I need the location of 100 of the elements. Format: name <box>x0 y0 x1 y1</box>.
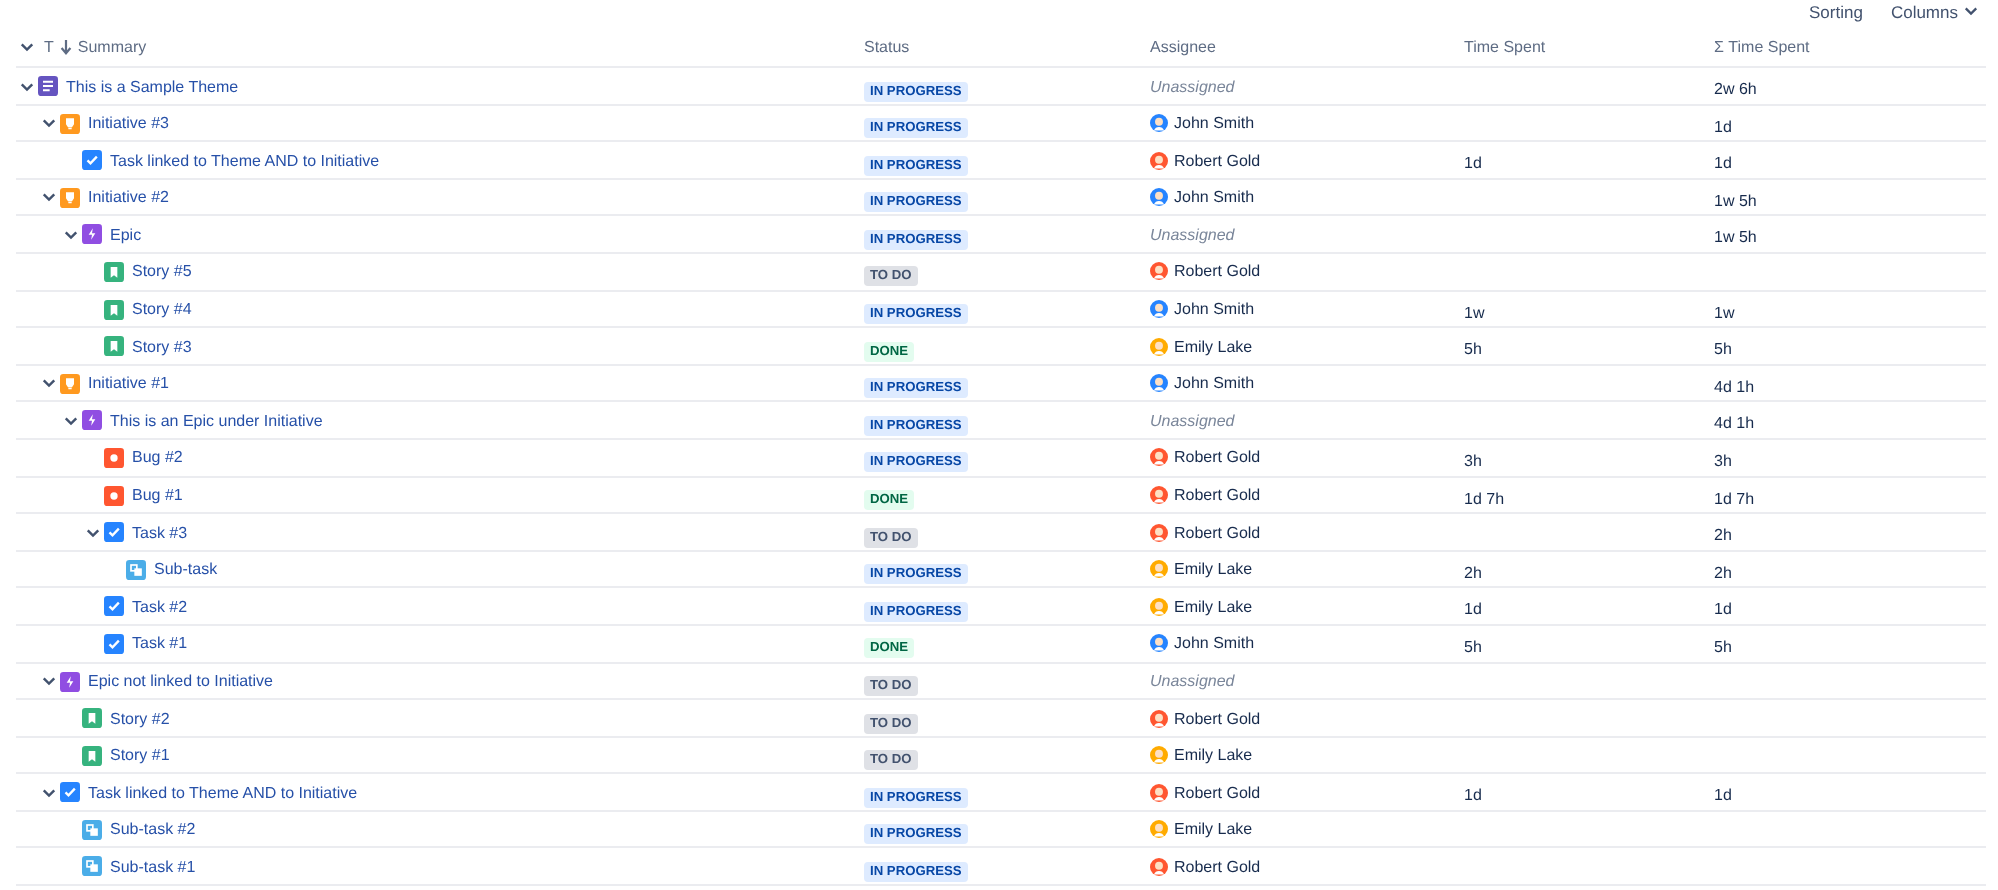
caret-icon[interactable] <box>42 116 56 131</box>
total-time-spent: 1d <box>1714 117 1732 136</box>
column-header[interactable]: Summary <box>77 38 147 56</box>
column-header[interactable]: Status <box>864 38 910 56</box>
issue-link[interactable]: Epic <box>110 225 142 244</box>
total-time-spent: 1d <box>1714 154 1732 173</box>
issue-link[interactable]: Bug #1 <box>132 486 183 505</box>
time-spent: 1d 7h <box>1464 489 1505 508</box>
total-time-spent: 1d 7h <box>1714 489 1755 508</box>
caret-icon[interactable] <box>42 190 56 205</box>
total-time-spent: 5h <box>1714 340 1732 359</box>
subtask-icon <box>82 819 102 840</box>
issue-link[interactable]: This is a Sample Theme <box>66 77 239 95</box>
caret-icon[interactable] <box>86 525 100 540</box>
column-header[interactable]: Time Spent <box>1464 38 1546 56</box>
issue-link[interactable]: Task #1 <box>132 634 188 653</box>
time-spent: 1d <box>1464 786 1482 805</box>
assignee-name: Emily Lake <box>1174 597 1253 616</box>
list-icon <box>38 76 58 96</box>
total-time-spent: 1d <box>1714 786 1732 805</box>
bookmark-icon <box>82 745 102 766</box>
caret-icon[interactable] <box>42 376 56 391</box>
total-time-spent: 1w <box>1714 303 1735 322</box>
total-time-spent: 5h <box>1714 637 1732 656</box>
bookmark-icon <box>104 336 124 357</box>
issue-link[interactable]: Story #4 <box>132 300 192 319</box>
assignee-name: Robert Gold <box>1174 448 1261 467</box>
issue-link[interactable]: Task linked to Theme AND to Initiative <box>110 151 380 170</box>
subtask-icon <box>126 559 146 580</box>
total-time-spent: 2h <box>1714 526 1732 545</box>
assignee-name: John Smith <box>1174 114 1255 133</box>
assignee-name: Robert Gold <box>1174 523 1261 542</box>
caret-icon[interactable] <box>20 40 34 54</box>
assignee-name: Emily Lake <box>1174 746 1253 765</box>
total-time-spent: 2w 6h <box>1714 80 1757 98</box>
assignee-name: John Smith <box>1174 374 1255 393</box>
issue-link[interactable]: Sub-task <box>154 560 218 579</box>
assignee-name: John Smith <box>1174 300 1255 319</box>
time-spent: 1d <box>1464 600 1482 619</box>
sort-arrow-icon[interactable] <box>59 39 72 55</box>
assignee-name: Emily Lake <box>1174 820 1253 839</box>
checkbox-icon <box>104 596 124 617</box>
bookmark-icon <box>104 261 124 282</box>
assignee-name: Robert Gold <box>1174 151 1261 170</box>
issue-link[interactable]: Epic not linked to Initiative <box>88 672 273 690</box>
assignee-name: John Smith <box>1174 188 1255 207</box>
toolbar-button[interactable]: Columns <box>1890 1 1978 21</box>
total-time-spent: 4d 1h <box>1714 377 1755 396</box>
total-time-spent: 3h <box>1714 451 1732 470</box>
assignee-name: Unassigned <box>1150 411 1235 430</box>
issue-link[interactable]: Story #3 <box>132 337 192 356</box>
caret-icon[interactable] <box>42 674 56 688</box>
column-header[interactable]: Assignee <box>1150 38 1216 56</box>
caret-icon <box>1964 4 1978 18</box>
assignee-name: Robert Gold <box>1174 486 1261 505</box>
subtask-icon <box>82 856 102 877</box>
caret-icon[interactable] <box>20 79 34 93</box>
assignee-name: Robert Gold <box>1174 262 1261 281</box>
bookmark-icon <box>104 299 124 320</box>
assignee-name: Robert Gold <box>1174 857 1261 876</box>
lightning-icon <box>82 224 102 245</box>
issue-link[interactable]: Initiative #1 <box>88 374 169 393</box>
caret-icon[interactable] <box>64 413 78 428</box>
time-spent: 3h <box>1464 451 1482 470</box>
issue-link[interactable]: Story #2 <box>110 709 170 728</box>
bug-icon <box>104 447 124 468</box>
issue-link[interactable]: Task linked to Theme AND to Initiative <box>88 783 358 802</box>
bulb-icon <box>60 113 80 134</box>
total-time-spent: 1d <box>1714 600 1732 619</box>
assignee-name: Unassigned <box>1150 672 1235 690</box>
issue-link[interactable]: Bug #2 <box>132 448 183 467</box>
issue-link[interactable]: This is an Epic under Initiative <box>110 411 323 430</box>
issue-link[interactable]: Story #5 <box>132 262 192 281</box>
issue-link[interactable]: Sub-task #1 <box>110 857 196 876</box>
assignee-name: Emily Lake <box>1174 337 1253 356</box>
column-header[interactable]: Σ Time Spent <box>1714 38 1810 56</box>
caret-icon[interactable] <box>64 227 78 242</box>
issue-link[interactable]: Initiative #3 <box>88 114 169 133</box>
assignee-name: Robert Gold <box>1174 783 1261 802</box>
total-time-spent: 1w 5h <box>1714 228 1757 247</box>
issue-link[interactable]: Initiative #2 <box>88 188 169 207</box>
checkbox-icon <box>82 150 102 171</box>
assignee-name: Unassigned <box>1150 225 1235 244</box>
checkbox-icon <box>104 522 124 543</box>
time-spent: 2h <box>1464 563 1482 582</box>
bulb-icon <box>60 187 80 208</box>
checkbox-icon <box>104 633 124 654</box>
issue-link[interactable]: Task #3 <box>132 523 188 542</box>
toolbar-button[interactable]: Sorting <box>1809 1 1863 21</box>
lightning-icon <box>82 410 102 431</box>
issue-link[interactable]: Task #2 <box>132 597 188 616</box>
time-spent: 5h <box>1464 340 1482 359</box>
bookmark-icon <box>82 708 102 729</box>
caret-icon[interactable] <box>42 785 56 800</box>
total-time-spent: 4d 1h <box>1714 414 1755 433</box>
bug-icon <box>104 485 124 506</box>
assignee-name: Unassigned <box>1150 77 1235 95</box>
issue-link[interactable]: Story #1 <box>110 746 170 765</box>
time-spent: 1w <box>1464 303 1485 322</box>
issue-link[interactable]: Sub-task #2 <box>110 820 196 839</box>
